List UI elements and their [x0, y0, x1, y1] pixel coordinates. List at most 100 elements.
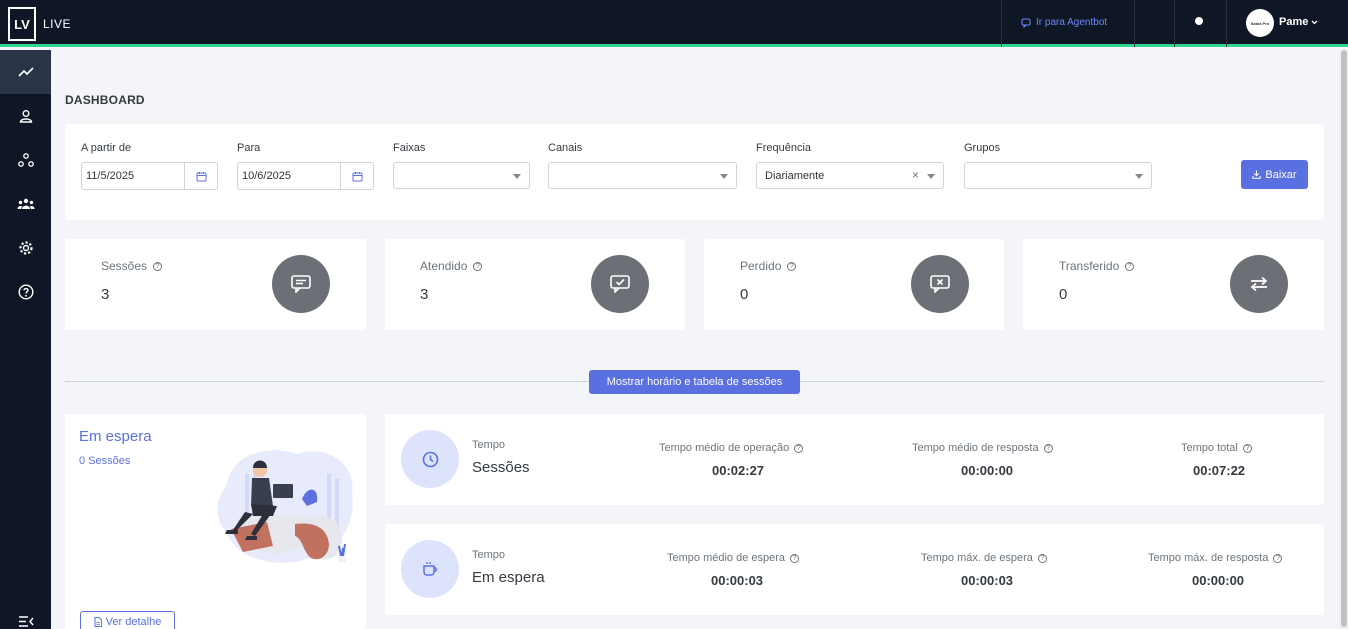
metric-title: Sessões	[472, 459, 530, 476]
stat-icon-circle	[591, 255, 649, 313]
avatar[interactable]: Sabiá Pro	[1246, 9, 1274, 37]
waiting-title: Em espera	[79, 428, 152, 445]
network-icon	[17, 153, 34, 167]
metric-value: 00:00:03	[961, 573, 1014, 588]
calendar-icon	[352, 171, 362, 181]
chat-bubble-icon	[1021, 18, 1031, 28]
metric-caption: Tempo	[472, 549, 506, 561]
topbar-divider	[1001, 0, 1002, 47]
ranges-select[interactable]	[393, 162, 530, 189]
to-date-value[interactable]: 10/6/2025	[238, 163, 340, 189]
toggle-sessions-table-button[interactable]: Mostrar horário e tabela de sessões	[589, 370, 800, 394]
stat-value: 0	[1059, 286, 1068, 303]
status-dot[interactable]	[1195, 17, 1203, 25]
transfer-icon	[1250, 276, 1268, 292]
channels-select[interactable]	[548, 162, 737, 189]
caret-down-icon	[927, 174, 935, 179]
metric-value: 00:07:22	[1193, 463, 1246, 478]
caret-down-icon	[513, 174, 521, 179]
metric-label: Tempo total?	[1181, 442, 1252, 454]
app-logo[interactable]: LV	[8, 7, 36, 41]
to-date-label: Para	[237, 142, 261, 154]
page-title: DASHBOARD	[65, 93, 145, 107]
groups-select[interactable]	[964, 162, 1152, 189]
toggle-sessions-table-label: Mostrar horário e tabela de sessões	[606, 376, 783, 388]
help-icon[interactable]: ?	[153, 261, 163, 271]
sidebar-item-users[interactable]	[0, 94, 51, 138]
from-date-value[interactable]: 11/5/2025	[82, 163, 184, 189]
to-date-calendar-button[interactable]	[340, 163, 373, 189]
help-icon[interactable]: ?	[1242, 443, 1252, 453]
stat-label: Sessões?	[101, 259, 163, 273]
metric-title: Em espera	[472, 569, 545, 586]
from-date-calendar-button[interactable]	[184, 163, 217, 189]
user-icon	[19, 110, 32, 123]
download-icon	[1252, 170, 1262, 179]
waiting-sessions-count[interactable]: 0 Sessões	[79, 455, 130, 467]
metric-value: 00:00:00	[1192, 573, 1245, 588]
stat-label: Perdido?	[740, 259, 797, 273]
from-date-label: A partir de	[81, 142, 132, 154]
help-icon[interactable]: ?	[1273, 553, 1283, 563]
frequency-select[interactable]: Diariamente ×	[756, 162, 944, 189]
user-menu[interactable]: Pame	[1279, 16, 1318, 28]
sidebar-item-help[interactable]	[0, 270, 51, 314]
help-icon[interactable]: ?	[790, 553, 800, 563]
sidebar-item-settings[interactable]	[0, 226, 51, 270]
stat-card-attended: Atendido? 3	[385, 239, 685, 330]
metric-value: 00:00:00	[961, 463, 1014, 478]
sessions-time-card: Tempo Sessões Tempo médio de operação? 0…	[385, 414, 1324, 505]
stat-card-sessions: Sessões? 3	[65, 239, 366, 330]
user-name: Pame	[1279, 16, 1309, 28]
caret-down-icon	[720, 174, 728, 179]
scrollbar-thumb[interactable]	[1341, 50, 1347, 627]
help-icon[interactable]: ?	[794, 443, 804, 453]
help-icon[interactable]: ?	[1037, 553, 1047, 563]
metric-label: Tempo médio de operação?	[659, 442, 804, 454]
download-button-label: Baixar	[1265, 168, 1297, 181]
stat-icon-circle	[911, 255, 969, 313]
help-icon[interactable]: ?	[473, 261, 483, 271]
sidebar-item-teams[interactable]	[0, 182, 51, 226]
gear-icon	[18, 241, 33, 255]
stat-card-lost: Perdido? 0	[704, 239, 1004, 330]
topbar-divider	[1134, 0, 1135, 47]
clock-icon	[422, 451, 438, 467]
sidebar	[0, 50, 51, 629]
view-detail-label: Ver detalhe	[105, 616, 162, 628]
chat-x-icon	[930, 275, 950, 293]
chat-check-icon	[610, 275, 630, 293]
stat-label: Transferido?	[1059, 259, 1135, 273]
team-icon	[17, 198, 34, 209]
top-bar: LV LIVE Ir para Agentbot Sabiá Pro Pame	[0, 0, 1348, 47]
calendar-icon	[196, 171, 206, 181]
topbar-divider	[1226, 0, 1227, 47]
view-detail-button[interactable]: Ver detalhe	[80, 611, 175, 629]
brand-name: LIVE	[43, 17, 72, 31]
metric-caption: Tempo	[472, 439, 506, 451]
stat-value: 0	[740, 286, 749, 303]
sidebar-collapse-button[interactable]	[0, 612, 51, 629]
help-icon[interactable]: ?	[1125, 261, 1135, 271]
frequency-label: Frequência	[756, 142, 812, 154]
document-icon	[94, 617, 102, 627]
agentbot-link[interactable]: Ir para Agentbot	[1021, 17, 1107, 28]
sidebar-item-dashboard[interactable]	[0, 50, 51, 94]
to-date-field[interactable]: 10/6/2025	[237, 162, 374, 190]
help-icon[interactable]: ?	[1043, 443, 1053, 453]
help-circle-icon	[17, 284, 34, 300]
filters-card: A partir de 11/5/2025 Para 10/6/2025 Fai…	[65, 124, 1324, 220]
help-icon[interactable]: ?	[787, 261, 797, 271]
download-button[interactable]: Baixar	[1241, 160, 1308, 189]
sidebar-item-flows[interactable]	[0, 138, 51, 182]
metric-icon-circle	[401, 540, 459, 598]
clear-icon[interactable]: ×	[912, 168, 919, 182]
agentbot-link-label: Ir para Agentbot	[1036, 17, 1108, 28]
waiting-card: Em espera 0 Sessões Ver detalhe	[65, 414, 366, 629]
metric-label: Tempo máx. de espera?	[921, 552, 1047, 564]
metric-value: 00:00:03	[711, 573, 764, 588]
stat-icon-circle	[1230, 255, 1288, 313]
metric-label: Tempo máx. de resposta?	[1148, 552, 1283, 564]
topbar-divider	[1174, 0, 1175, 47]
from-date-field[interactable]: 11/5/2025	[81, 162, 218, 190]
